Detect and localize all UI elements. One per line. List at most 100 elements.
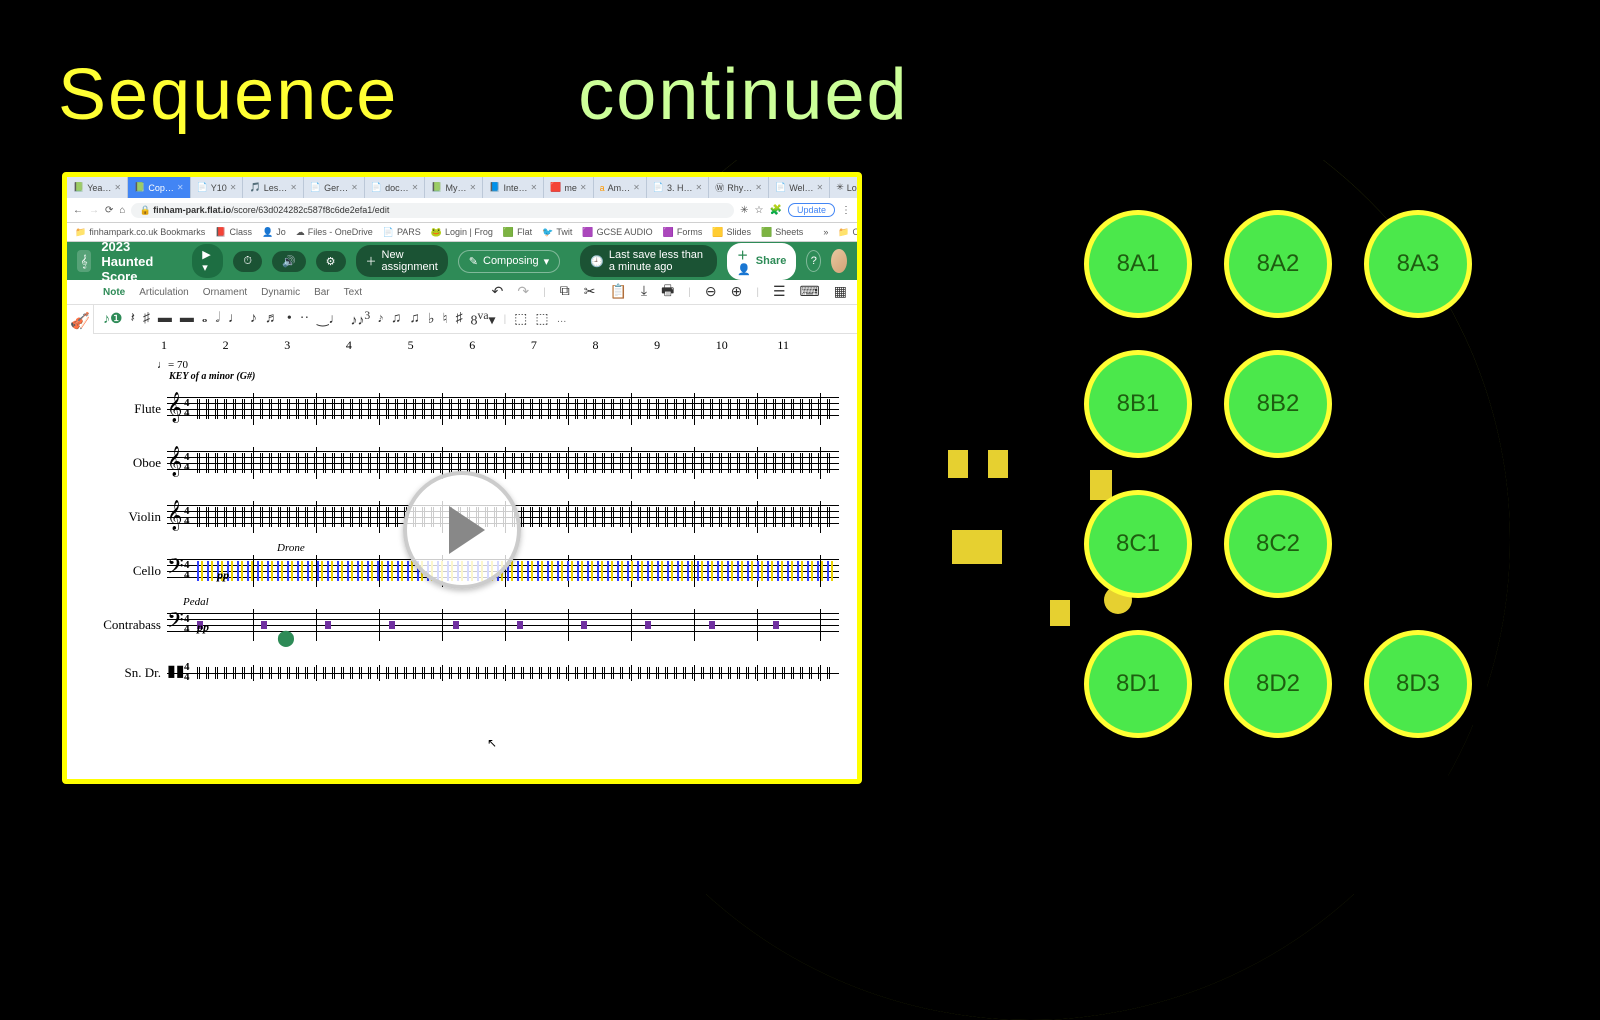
lesson-button[interactable]: 8C1 xyxy=(1084,490,1192,598)
editor-tab[interactable]: Ornament xyxy=(203,287,247,298)
staff[interactable]: ▮▮ 44 xyxy=(167,652,839,694)
update-button[interactable]: Update xyxy=(788,203,835,217)
browser-tab[interactable]: 📄3. H…✕ xyxy=(647,177,709,198)
lesson-button[interactable]: 8A2 xyxy=(1224,210,1332,318)
back-icon[interactable]: ← xyxy=(73,205,83,216)
document-title[interactable]: 2023 Haunted Score xyxy=(101,239,182,284)
keyboard-icon[interactable]: ⌨ xyxy=(800,284,820,301)
eighth-note-icon[interactable]: ♪ xyxy=(250,311,257,327)
bookmark-item[interactable]: 📁 finhampark.co.uk Bookmarks xyxy=(75,227,205,238)
bookmark-item[interactable]: 🟩 Sheets xyxy=(761,227,803,238)
bookmark-item[interactable]: 🟪 Forms xyxy=(663,227,703,238)
lesson-button[interactable]: 8B2 xyxy=(1224,350,1332,458)
close-icon[interactable]: ✕ xyxy=(412,183,419,192)
undo-icon[interactable]: ↶ xyxy=(492,284,504,301)
browser-tab[interactable]: 📗Cop…✕ xyxy=(128,177,190,198)
close-icon[interactable]: ✕ xyxy=(114,183,121,192)
bookmark-item[interactable]: 🟪 GCSE AUDIO xyxy=(582,227,652,238)
browser-tab[interactable]: 📄doc…✕ xyxy=(365,177,425,198)
share-button[interactable]: ＋👤 Share xyxy=(727,243,796,280)
bookmark-item[interactable]: 📕 Class xyxy=(215,227,252,238)
quarter-note-icon[interactable]: ♩ xyxy=(228,311,242,327)
bookmark-item[interactable]: 🐸 Login | Frog xyxy=(431,227,493,238)
menu-icon[interactable]: ⋮ xyxy=(841,205,851,216)
close-icon[interactable]: ✕ xyxy=(230,183,237,192)
natural-icon[interactable]: ♮ xyxy=(443,311,448,328)
editor-tab[interactable]: Articulation xyxy=(139,287,188,298)
bookmark-item[interactable]: 🟩 Flat xyxy=(503,227,532,238)
extension-icon[interactable]: ✳ xyxy=(740,205,748,216)
cut-icon[interactable]: ✂ xyxy=(584,284,596,301)
browser-tab[interactable]: 🎵Les…✕ xyxy=(243,177,303,198)
browser-tab[interactable]: ✳Log…✕ xyxy=(830,177,862,198)
lesson-button[interactable]: 8B1 xyxy=(1084,350,1192,458)
whole-rest-icon[interactable]: ▬ xyxy=(158,311,172,327)
lesson-button[interactable]: 8D2 xyxy=(1224,630,1332,738)
paste-icon[interactable]: 📋 xyxy=(609,284,626,301)
browser-tab[interactable]: aAm…✕ xyxy=(594,177,647,198)
print-icon[interactable]: 🖶 xyxy=(661,280,674,304)
dot-icon[interactable]: ·· xyxy=(300,311,309,327)
close-icon[interactable]: ✕ xyxy=(580,183,587,192)
browser-tab[interactable]: 🟥me✕ xyxy=(544,177,593,198)
bookmark-item[interactable]: 🟨 Slides xyxy=(712,227,751,238)
flat-icon[interactable]: ♭ xyxy=(428,311,435,328)
settings-button[interactable]: ⚙ xyxy=(316,251,346,272)
bookmark-item[interactable]: 🐦 Twit xyxy=(542,227,572,238)
whole-note-icon[interactable]: 𝅝 xyxy=(202,311,208,327)
browser-tab[interactable]: 📄Wel…✕ xyxy=(769,177,830,198)
extensions-icon[interactable]: 🧩 xyxy=(770,205,782,216)
lesson-button[interactable]: 8A3 xyxy=(1364,210,1472,318)
staff[interactable]: 𝄞 44 xyxy=(167,382,839,436)
metronome-button[interactable]: ⏱ xyxy=(233,251,262,272)
avatar[interactable] xyxy=(831,249,847,273)
sharp-icon[interactable]: ♯ xyxy=(456,311,463,327)
close-icon[interactable]: ✕ xyxy=(530,183,537,192)
home-icon[interactable]: ⌂ xyxy=(119,205,125,216)
staff[interactable]: 𝄞 44 xyxy=(167,436,839,490)
editor-tab[interactable]: Text xyxy=(344,287,362,298)
redo-icon[interactable]: ↷ xyxy=(517,284,529,301)
more-icon[interactable]: … xyxy=(557,314,567,325)
lesson-button[interactable]: 8C2 xyxy=(1224,490,1332,598)
browser-tab[interactable]: 📄Ger…✕ xyxy=(304,177,365,198)
layout-icon[interactable]: ☰ xyxy=(773,284,786,301)
close-icon[interactable]: ✕ xyxy=(351,183,358,192)
tie-icon[interactable]: ‿♩ xyxy=(317,311,342,328)
beam-icon[interactable]: ♫ xyxy=(409,311,420,327)
reload-icon[interactable]: ⟳ xyxy=(105,205,113,216)
close-icon[interactable]: ✕ xyxy=(696,183,703,192)
forward-icon[interactable]: → xyxy=(89,205,99,216)
close-icon[interactable]: ✕ xyxy=(290,183,297,192)
lesson-button[interactable]: 8D1 xyxy=(1084,630,1192,738)
tuplet-icon[interactable]: ♪♪3 xyxy=(350,309,370,330)
chord-icon[interactable]: ⬚ xyxy=(514,311,527,328)
other-bookmarks[interactable]: 📁 Other Bookmarks xyxy=(838,227,857,238)
dot-icon[interactable]: • xyxy=(287,311,292,327)
bookmark-item[interactable]: 👤 Jo xyxy=(262,227,286,238)
flat-logo-icon[interactable]: 𝄞 xyxy=(77,250,91,272)
sharp-icon[interactable]: ♯ xyxy=(143,311,150,327)
sixteenth-note-icon[interactable]: ♬ xyxy=(265,311,279,327)
beam-icon[interactable]: ♫ xyxy=(391,311,402,327)
volume-button[interactable]: 🔊 xyxy=(272,251,306,272)
grace-icon[interactable]: 𝆔 xyxy=(378,311,383,327)
grid-icon[interactable]: ▦ xyxy=(834,284,847,301)
embedded-screenshot[interactable]: 📗Yea…✕ 📗Cop…✕ 📄Y10✕ 🎵Les…✕ 📄Ger…✕ 📄doc…✕… xyxy=(62,172,862,784)
half-note-icon[interactable]: 𝅗𝅥 xyxy=(215,311,219,327)
browser-tab[interactable]: 📗Yea…✕ xyxy=(67,177,128,198)
staff[interactable]: 𝄢 44 pp ⬤ xyxy=(167,598,839,652)
close-icon[interactable]: ✕ xyxy=(633,183,640,192)
play-button[interactable]: ▶ ▾ xyxy=(192,244,223,278)
browser-tab[interactable]: 📄Y10✕ xyxy=(191,177,244,198)
close-icon[interactable]: ✕ xyxy=(817,183,824,192)
browser-tab[interactable]: ⓌRhy…✕ xyxy=(709,177,769,198)
star-icon[interactable]: ☆ xyxy=(755,205,764,216)
bookmark-item[interactable]: ☁ Files - OneDrive xyxy=(296,227,373,238)
help-button[interactable]: ? xyxy=(806,250,821,272)
browser-tab[interactable]: 📘Inte…✕ xyxy=(483,177,544,198)
editor-tab[interactable]: Bar xyxy=(314,287,330,298)
editor-tab[interactable]: Dynamic xyxy=(261,287,300,298)
editor-tab[interactable]: Note xyxy=(103,287,125,298)
rest-icon[interactable]: 𝄽 xyxy=(131,311,135,327)
